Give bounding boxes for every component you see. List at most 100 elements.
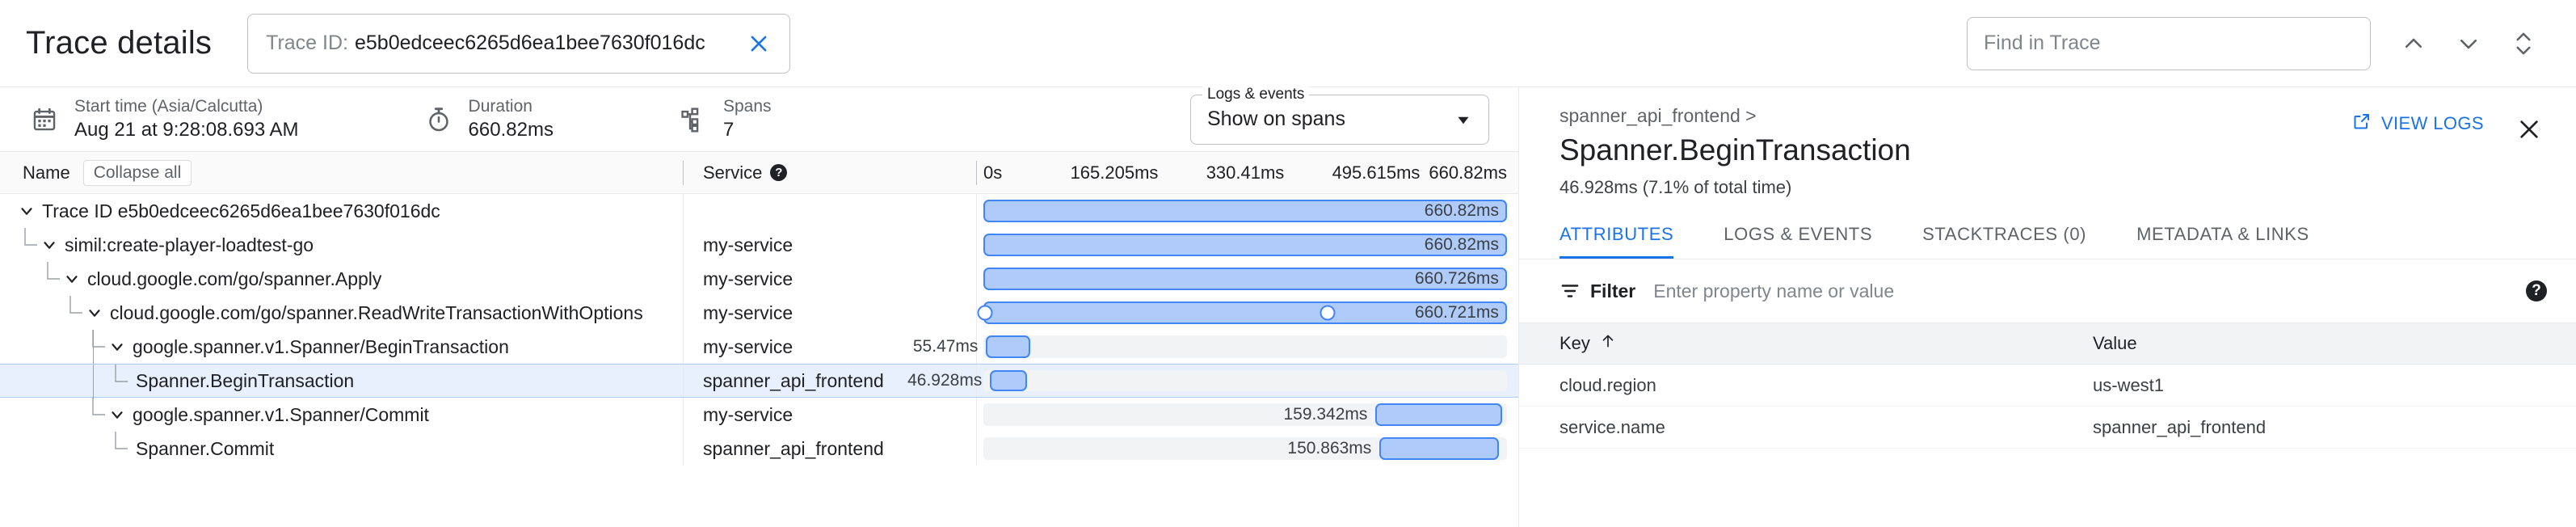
attribute-value: spanner_api_frontend [2093,417,2576,438]
span-bar-track: 660.726ms [977,262,1518,296]
attribute-key: cloud.region [1559,375,2093,396]
span-name-label: google.spanner.v1.Spanner/BeginTransacti… [133,336,509,358]
span-detail-header: spanner_api_frontend > Spanner.BeginTran… [1519,87,2576,198]
attributes-table-body: cloud.regionus-west1service.namespanner_… [1519,365,2576,449]
attribute-key: service.name [1559,417,2093,438]
collapse-all-button[interactable]: Collapse all [83,160,192,186]
chevron-down-icon[interactable] [107,404,128,425]
filter-input[interactable] [1653,280,2510,302]
span-bar-track: 55.47ms [977,330,1518,364]
span-bar-track: 150.863ms [977,432,1518,466]
span-name-cell: Spanner.BeginTransaction [0,365,683,397]
span-detail-header-left: spanner_api_frontend > Spanner.BeginTran… [1559,105,2352,198]
trace-id-value: e5b0edceec6265d6ea1bee7630f016dc [355,32,705,55]
find-in-trace-input[interactable] [1984,32,2354,55]
span-duration-label: 660.721ms [1415,303,1499,323]
span-bar[interactable] [1379,437,1499,460]
chevron-down-icon[interactable] [2445,20,2492,67]
logs-events-select[interactable]: Logs & events Show on spans [1190,95,1489,145]
tab-logs-events[interactable]: LOGS & EVENTS [1724,214,1872,259]
span-name-cell: Trace ID e5b0edceec6265d6ea1bee7630f016d… [0,194,683,228]
chevron-up-icon[interactable] [2390,20,2437,67]
span-service-cell: my-service [684,302,976,324]
stat-duration: Duration 660.82ms [420,96,554,142]
close-icon[interactable] [743,27,775,60]
chevron-down-icon[interactable] [61,268,82,289]
arrow-up-icon [1600,333,1616,354]
help-icon[interactable]: ? [2526,280,2547,301]
view-logs-button[interactable]: VIEW LOGS [2352,112,2484,136]
timeline-column-headers: Name Collapse all Service ? 0s165.205ms3… [0,152,1518,194]
stat-spans-value: 7 [723,117,772,142]
span-name-inner: google.spanner.v1.Spanner/Commit [0,404,429,426]
trace-timeline-pane: Start time (Asia/Calcutta) Aug 21 at 9:2… [0,87,1519,527]
chevron-down-icon[interactable] [107,336,128,357]
column-header-name: Name Collapse all [0,160,683,186]
span-duration-label: 660.82ms [1425,201,1499,221]
find-in-trace-field[interactable] [1967,17,2371,70]
stat-start-time-value: Aug 21 at 9:28:08.693 AM [74,117,299,142]
span-row[interactable]: Trace ID e5b0edceec6265d6ea1bee7630f016d… [0,194,1518,228]
span-track-background [983,335,1507,358]
span-row[interactable]: google.spanner.v1.Spanner/Commitmy-servi… [0,398,1518,432]
span-bar[interactable] [990,370,1027,391]
stat-start-time-label: Start time (Asia/Calcutta) [74,96,299,117]
close-icon[interactable] [2511,112,2547,147]
span-detail-subtitle: 46.928ms (7.1% of total time) [1559,177,2352,198]
caret-down-icon[interactable] [1453,109,1474,130]
help-icon[interactable]: ? [770,164,787,181]
span-event-marker[interactable] [978,306,993,321]
column-header-name-label: Name [23,162,70,183]
logs-events-value: Show on spans [1207,108,1345,131]
span-name-cell: google.spanner.v1.Spanner/Commit [0,398,683,432]
span-service-cell: my-service [684,268,976,290]
unfold-more-icon[interactable] [2500,20,2547,67]
column-header-service: Service ? [684,162,976,183]
span-event-marker[interactable] [1320,306,1335,321]
span-name-cell: Spanner.Commit [0,432,683,466]
span-bar-track: 660.82ms [977,228,1518,262]
span-service-cell: spanner_api_frontend [684,438,976,460]
span-track-background [983,370,1507,391]
trace-id-field[interactable]: Trace ID: e5b0edceec6265d6ea1bee7630f016… [247,14,790,74]
attributes-filter-row: Filter ? [1519,259,2576,323]
span-name-inner: Trace ID e5b0edceec6265d6ea1bee7630f016d… [0,200,440,222]
top-bar: Trace details Trace ID: e5b0edceec6265d6… [0,0,2576,87]
span-bar-track: 660.82ms [977,194,1518,228]
span-name-label: Spanner.Commit [136,438,274,460]
body-split: Start time (Asia/Calcutta) Aug 21 at 9:2… [0,87,2576,527]
column-header-service-label: Service [703,162,762,183]
span-row[interactable]: simil:create-player-loadtest-gomy-servic… [0,228,1518,262]
span-name-cell: cloud.google.com/go/spanner.ReadWriteTra… [0,296,683,330]
span-name-cell: google.spanner.v1.Spanner/BeginTransacti… [0,330,683,364]
span-name-inner: cloud.google.com/go/spanner.Apply [0,268,381,290]
tab-attributes[interactable]: ATTRIBUTES [1559,214,1673,259]
tab-metadata-links[interactable]: METADATA & LINKS [2136,214,2309,259]
span-name-cell: simil:create-player-loadtest-go [0,228,683,262]
span-row-selected[interactable]: Spanner.BeginTransactionspanner_api_fron… [0,364,1518,398]
open-in-new-icon [2352,112,2372,136]
chevron-down-icon[interactable] [16,200,37,221]
span-bar[interactable] [986,335,1029,358]
span-duration-label: 55.47ms [913,337,979,356]
chevron-down-icon[interactable] [39,234,60,255]
column-divider [976,161,977,185]
span-name-inner: Spanner.Commit [0,438,274,460]
span-row[interactable]: cloud.google.com/go/spanner.Apply my-serv… [0,262,1518,296]
span-row[interactable]: Spanner.Commit spanner_api_frontend150.86… [0,432,1518,466]
breadcrumb[interactable]: spanner_api_frontend > [1559,105,2352,127]
span-name-label: Spanner.BeginTransaction [136,370,354,392]
trace-id-label: Trace ID: [266,32,348,55]
span-duration-label: 46.928ms [907,371,982,390]
span-name-label: Trace ID e5b0edceec6265d6ea1bee7630f016d… [42,200,440,222]
calendar-icon [26,101,63,138]
span-row[interactable]: google.spanner.v1.Spanner/BeginTransacti… [0,330,1518,364]
span-name-cell: cloud.google.com/go/spanner.Apply [0,262,683,296]
span-row[interactable]: cloud.google.com/go/spanner.ReadWriteTra… [0,296,1518,330]
axis-tick: 165.205ms [1071,162,1159,183]
span-bar[interactable] [1375,403,1501,426]
attributes-key-header[interactable]: Key [1559,333,2093,354]
chevron-down-icon[interactable] [84,302,105,323]
tab-stacktraces-0[interactable]: STACKTRACES (0) [1922,214,2086,259]
span-bar-track: 660.721ms [977,296,1518,330]
